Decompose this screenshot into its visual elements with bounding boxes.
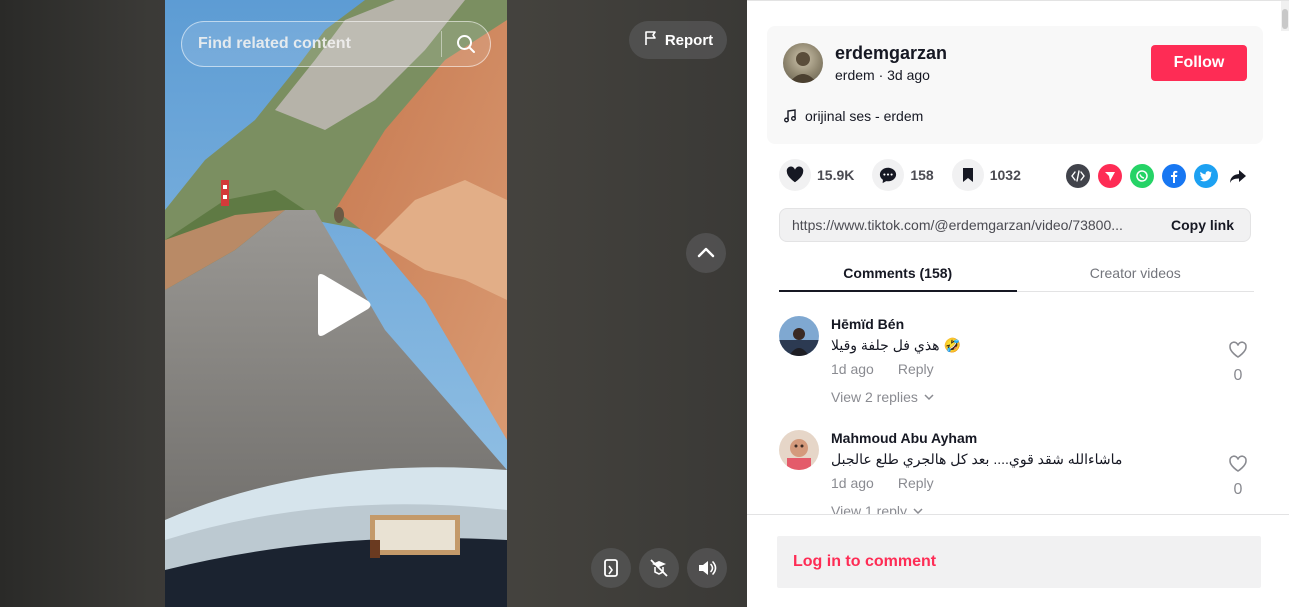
flag-icon (643, 30, 659, 50)
share-arrow-icon[interactable] (1226, 164, 1250, 188)
share-icons (1066, 164, 1250, 188)
post-time: 3d ago (887, 67, 930, 83)
like-count: 15.9K (817, 167, 855, 183)
find-related-search[interactable]: Find related content (181, 21, 491, 67)
comment-time: 1d ago (831, 475, 874, 491)
view-replies-button[interactable]: View 1 reply (831, 503, 923, 514)
comment-count: 158 (910, 167, 934, 183)
comment-like[interactable]: 0 (1223, 454, 1253, 499)
facebook-icon[interactable] (1162, 164, 1186, 188)
commenter-avatar[interactable] (779, 430, 819, 470)
comment-item: Mahmoud Abu Ayham ماشاءالله شقد قوي.... … (779, 430, 1259, 514)
view-replies-button[interactable]: View 2 replies (831, 389, 934, 405)
play-icon[interactable] (310, 272, 374, 338)
view-replies-label: View 2 replies (831, 389, 918, 405)
follow-button[interactable]: Follow (1151, 45, 1247, 81)
save-stat[interactable]: 1032 (951, 159, 1021, 191)
comment-item: Hēmïd Bén هذي فل جلفة وقيلا 🤣 1d ago Rep… (779, 316, 1259, 416)
floating-player-button[interactable] (639, 548, 679, 588)
login-to-comment-button[interactable]: Log in to comment (777, 536, 1261, 588)
search-placeholder: Find related content (198, 35, 351, 52)
twitter-icon[interactable] (1194, 164, 1218, 188)
speaker-icon (699, 561, 717, 575)
scrollbar-thumb[interactable] (1282, 9, 1288, 29)
bookmark-icon[interactable] (951, 159, 984, 191)
like-stat[interactable]: 15.9K (779, 159, 854, 191)
engagement-stats: 15.9K 158 1032 (779, 159, 1039, 191)
tab-comments[interactable]: Comments (158) (779, 254, 1017, 292)
copy-link-button[interactable]: Copy link (1157, 217, 1250, 233)
comment-meta: 1d ago Reply (831, 361, 934, 377)
chevron-up-icon (697, 247, 715, 258)
comment-like-count: 0 (1233, 367, 1243, 384)
comment-stat[interactable]: 158 (872, 159, 934, 191)
comment-like-count: 0 (1233, 481, 1243, 498)
comment-time: 1d ago (831, 361, 874, 377)
subline-separator: · (874, 67, 888, 83)
search-icon[interactable] (442, 22, 490, 66)
report-label: Report (664, 31, 714, 49)
comment-text: ماشاءالله شقد قوي.... بعد كل هالجري طلع … (831, 451, 1123, 467)
author-nickname: erdem (835, 67, 875, 83)
details-panel: erdemgarzan erdem · 3d ago Follow orijin… (747, 0, 1289, 607)
comment-text: هذي فل جلفة وقيلا 🤣 (831, 337, 961, 353)
autoscroll-icon (604, 559, 618, 577)
comment-list: Hēmïd Bén هذي فل جلفة وقيلا 🤣 1d ago Rep… (747, 293, 1289, 514)
author-card: erdemgarzan erdem · 3d ago Follow orijin… (767, 26, 1263, 144)
embed-icon[interactable] (1066, 164, 1090, 188)
commenter-name[interactable]: Mahmoud Abu Ayham (831, 430, 977, 446)
commenter-avatar[interactable] (779, 316, 819, 356)
music-note-icon (784, 109, 796, 123)
author-username[interactable]: erdemgarzan (835, 43, 947, 64)
volume-button[interactable] (687, 548, 727, 588)
save-count: 1032 (989, 167, 1021, 183)
comment-meta: 1d ago Reply (831, 475, 934, 491)
comment-footer: Log in to comment (747, 514, 1289, 607)
heart-outline-icon[interactable] (1228, 340, 1248, 360)
reply-button[interactable]: Reply (898, 475, 934, 491)
video-player-area[interactable]: Find related content Report (0, 0, 747, 607)
whatsapp-icon[interactable] (1130, 164, 1154, 188)
video-link-box[interactable]: https://www.tiktok.com/@erdemgarzan/vide… (779, 208, 1251, 242)
video-url[interactable]: https://www.tiktok.com/@erdemgarzan/vide… (780, 217, 1157, 233)
send-icon[interactable] (1098, 164, 1122, 188)
scrollbar[interactable] (1281, 1, 1289, 31)
music-title: orijinal ses - erdem (805, 108, 924, 124)
panel-tabs: Comments (158) Creator videos (779, 254, 1254, 292)
reply-button[interactable]: Reply (898, 361, 934, 377)
tab-creator-videos[interactable]: Creator videos (1017, 254, 1255, 291)
heart-outline-icon[interactable] (1228, 454, 1248, 474)
autoscroll-button[interactable] (591, 548, 631, 588)
music-link[interactable]: orijinal ses - erdem (783, 108, 923, 124)
commenter-name[interactable]: Hēmïd Bén (831, 316, 904, 332)
floating-player-icon (650, 559, 668, 577)
report-button[interactable]: Report (629, 21, 727, 59)
heart-icon[interactable] (779, 159, 811, 191)
comment-bubble-icon[interactable] (872, 159, 905, 191)
previous-video-button[interactable] (686, 233, 726, 273)
author-subline: erdem · 3d ago (835, 67, 930, 83)
chevron-down-icon (913, 508, 923, 514)
view-replies-label: View 1 reply (831, 503, 908, 514)
chevron-down-icon (924, 394, 934, 401)
comment-like[interactable]: 0 (1223, 340, 1253, 385)
author-avatar[interactable] (783, 43, 823, 83)
